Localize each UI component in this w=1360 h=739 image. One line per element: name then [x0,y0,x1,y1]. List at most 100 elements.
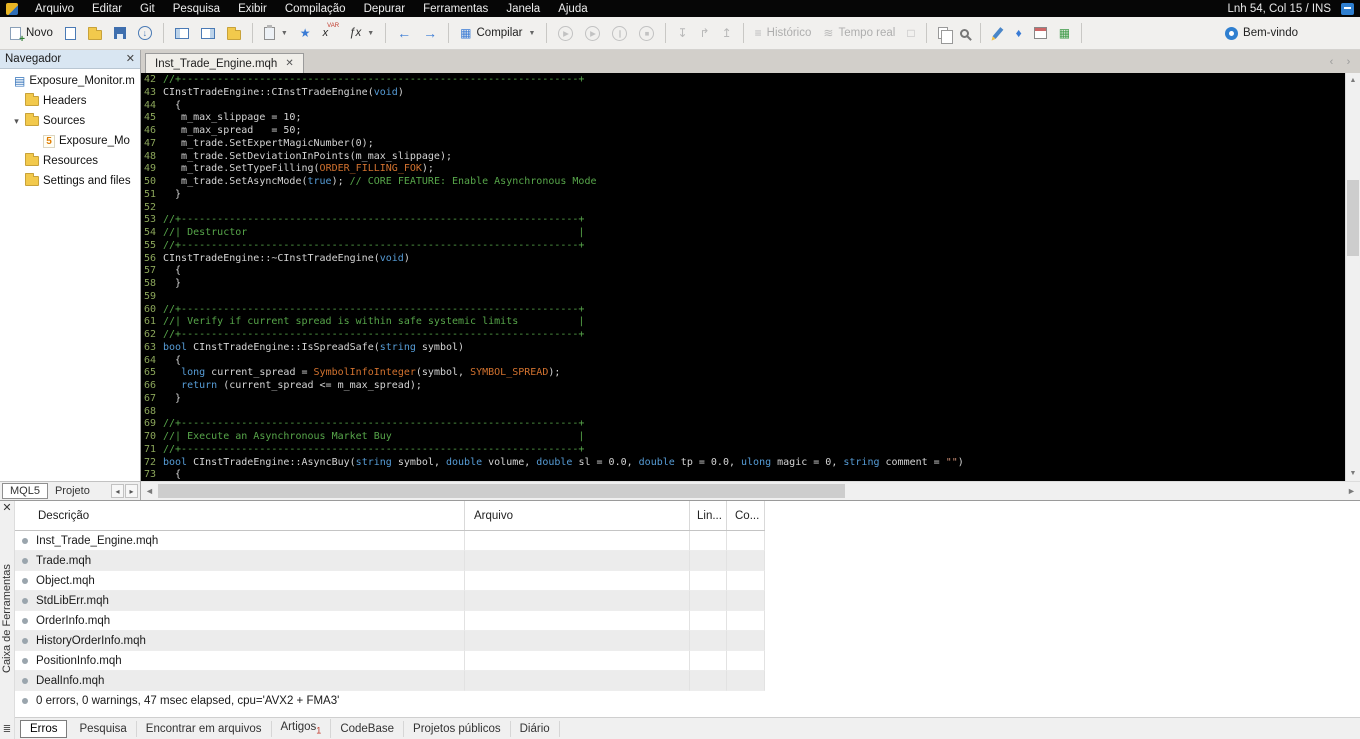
variables-button[interactable]: x [318,23,343,42]
new-button[interactable]: Novo [5,24,58,45]
menu-item-editar[interactable]: Editar [83,2,131,16]
save-button[interactable] [109,24,131,42]
code-editor[interactable]: 42 //+-----------------------------------… [141,73,1345,481]
toolbox-row-orderinfo-mqh[interactable]: OrderInfo.mqh [15,611,765,631]
toolbox-row-positioninfo-mqh[interactable]: PositionInfo.mqh [15,651,765,671]
menu-item-ferramentas[interactable]: Ferramentas [414,2,497,16]
horizontal-scrollbar-thumb[interactable] [158,484,846,498]
tree-item-resources[interactable]: Resources [0,151,140,171]
close-toolbox-icon[interactable]: ✕ [2,501,11,514]
debug-start-button[interactable]: ▶ [553,23,578,44]
compile-button-label: Compilar [476,27,523,39]
styler-button[interactable]: ★ [295,24,316,42]
line-number: 63 [143,341,156,353]
tree-item-exposure-monitor-m[interactable]: ▤ Exposure_Monitor.m [0,71,140,91]
close-tab-icon[interactable]: ✕ [285,58,293,69]
vertical-scrollbar-thumb[interactable] [1347,180,1359,256]
navigate-back-button[interactable]: ← [392,23,416,43]
search-button[interactable] [955,26,974,41]
welcome-button[interactable]: Bem-vindo [1220,24,1303,43]
play-icon: ▶ [558,25,574,41]
scroll-left-icon[interactable]: ◄ [141,482,158,500]
navigator-tab-mql5[interactable]: MQL5 [2,483,48,499]
realtime-button[interactable]: ≋ Tempo real [818,24,900,42]
menu-item-git[interactable]: Git [131,2,164,16]
code-text: } [163,278,182,289]
snippets-button[interactable]: ▼ [259,24,293,43]
new-window-button[interactable] [60,24,81,43]
toggle-navigator-button[interactable] [170,25,194,42]
toolbox-row-stdliberr-mqh[interactable]: StdLibErr.mqh [15,591,765,611]
tree-item-sources[interactable]: ▾ Sources [0,111,140,131]
functions-button[interactable]: ƒx ▼ [344,24,379,42]
back-arrow-icon: ← [397,25,412,41]
step-out-button[interactable]: ↥ [717,24,737,42]
tree-item-headers[interactable]: Headers [0,91,140,111]
copy-button[interactable] [933,24,953,44]
toolbox-row-trade-mqh[interactable]: Trade.mqh [15,551,765,571]
welcome-icon [1225,26,1239,40]
navigator-panel: Navegador ✕ ▤ Exposure_Monitor.m Headers ▾ S… [0,50,141,500]
toolbox-row-object-mqh[interactable]: Object.mqh [15,571,765,591]
horizontal-scrollbar[interactable]: ◄ ► [141,481,1360,500]
calendar-button[interactable] [1029,24,1052,42]
column-header-file[interactable]: Arquivo [465,501,690,530]
new-document-icon [64,26,76,40]
show-files-button[interactable] [222,24,246,43]
panel-list-icon[interactable]: ≣ [3,724,11,739]
scroll-right-icon[interactable]: ► [1343,482,1360,500]
history-button[interactable]: ≡ Histórico [750,24,817,42]
toolbox-row-historyorderinfo-mqh[interactable]: HistoryOrderInfo.mqh [15,631,765,651]
menu-item-arquivo[interactable]: Arquivo [26,2,83,16]
debug-pause-button[interactable]: ∥ [607,23,632,44]
tree-item-exposure-mo[interactable]: 5 Exposure_Mo [0,131,140,151]
tab-scroll-right-icon[interactable]: › [1341,54,1356,69]
tab-scroll-left-icon[interactable]: ‹ [1324,54,1339,69]
toggle-toolbox-button[interactable] [196,25,220,42]
objects-button[interactable]: ♦ [1011,24,1027,42]
edit-button[interactable] [987,24,1009,42]
toolbox-tab-artigos[interactable]: Artigos1 [272,719,332,738]
menu-item-ajuda[interactable]: Ajuda [549,2,596,16]
toolbox-tab-pesquisa[interactable]: Pesquisa [70,720,137,737]
toolbox-tab-projetos-p-blicos[interactable]: Projetos públicos [404,720,511,737]
column-header-column[interactable]: Co... [727,501,765,530]
debug-start-history-button[interactable]: ▶ [580,23,605,44]
toolbox-row-dealinfo-mqh[interactable]: DealInfo.mqh [15,671,765,691]
menu-item-pesquisa[interactable]: Pesquisa [164,2,229,16]
navigator-tab-scroll-right-icon[interactable]: ▸ [125,484,138,498]
navigate-forward-button[interactable]: → [418,23,442,43]
horizontal-scrollbar-track[interactable] [158,482,1343,500]
navigator-tab-projeto[interactable]: Projeto [48,484,97,498]
menu-item-janela[interactable]: Janela [497,2,549,16]
toolbox-tab-encontrar-em-arquivos[interactable]: Encontrar em arquivos [137,720,272,737]
chart-button[interactable]: □ [902,24,919,42]
open-button[interactable] [83,24,107,43]
toolbox-tab-codebase[interactable]: CodeBase [331,720,405,737]
download-button[interactable]: ↓ [133,23,157,43]
menu-item-depurar[interactable]: Depurar [355,2,415,16]
toolbox-tab-erros[interactable]: Erros [20,719,68,738]
menu-item-exibir[interactable]: Exibir [229,2,276,16]
tree-item-settings-and-files[interactable]: Settings and files [0,171,140,191]
line-number: 73 [143,469,156,481]
table-button[interactable]: ▦ [1054,24,1075,42]
toolbox-tab-di-rio[interactable]: Diário [511,720,560,737]
scroll-up-icon[interactable]: ▲ [1346,73,1360,88]
step-over-button[interactable]: ↱ [695,24,715,42]
editor-tabbar: Inst_Trade_Engine.mqh ✕ ‹ › [141,50,1360,73]
chat-icon[interactable] [1341,2,1354,15]
navigator-tab-scroll-left-icon[interactable]: ◂ [111,484,124,498]
debug-stop-button[interactable]: ■ [634,23,659,44]
menu-item-compila-o[interactable]: Compilação [276,2,355,16]
column-header-description[interactable]: Descrição [15,501,465,530]
toolbox-row-inst-trade-engine-mqh[interactable]: Inst_Trade_Engine.mqh [15,531,765,551]
editor-tab-inst-trade-engine[interactable]: Inst_Trade_Engine.mqh ✕ [145,53,304,73]
scroll-down-icon[interactable]: ▼ [1346,466,1360,481]
compile-button[interactable]: ▦ Compilar ▼ [455,24,540,42]
vertical-scrollbar[interactable]: ▲ ▼ [1345,73,1360,481]
column-header-line[interactable]: Lin... [690,501,727,530]
close-icon[interactable]: ✕ [126,53,135,65]
step-into-button[interactable]: ↧ [672,24,692,42]
expander-icon[interactable]: ▾ [12,116,21,127]
